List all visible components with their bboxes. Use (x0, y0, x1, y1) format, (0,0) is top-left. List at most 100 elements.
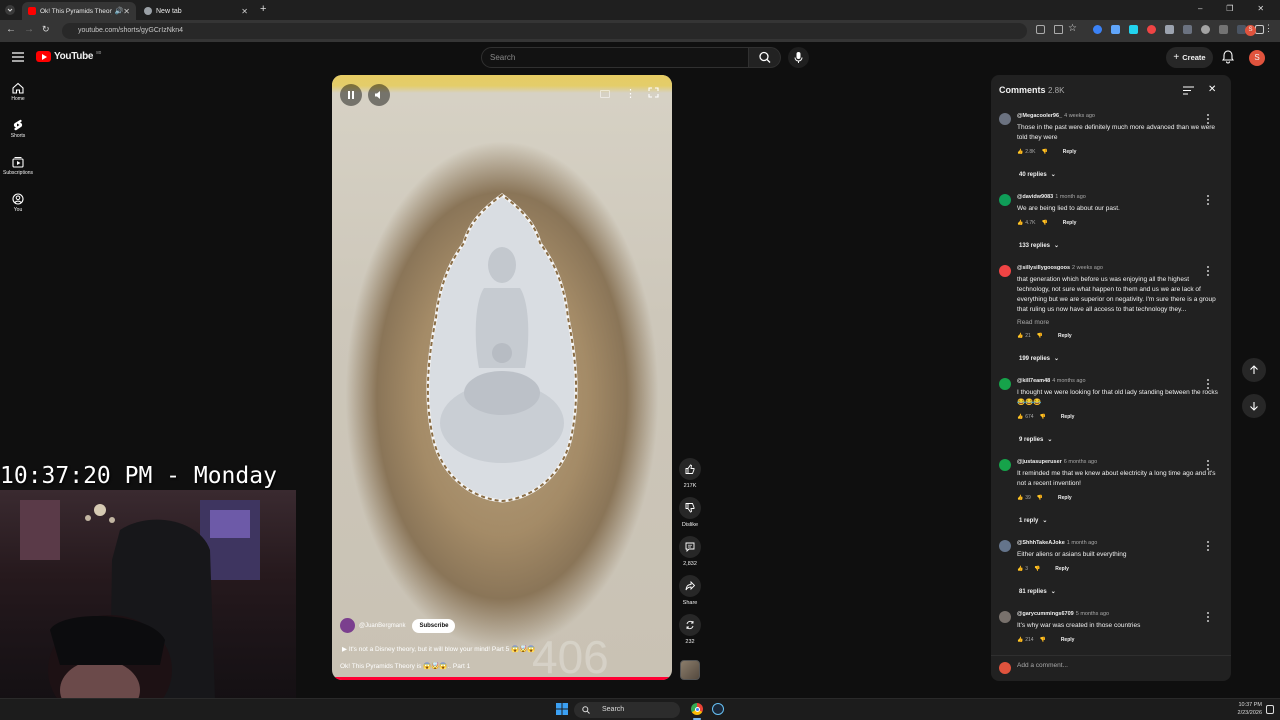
more-options-icon[interactable]: ⋮ (625, 87, 636, 100)
commenter-avatar[interactable] (999, 540, 1011, 552)
video-progress-bar[interactable] (332, 677, 672, 680)
url-input[interactable]: youtube.com/shorts/gyGCrIzNkn4 (62, 23, 1027, 39)
view-replies-button[interactable]: 133 replies ⌄ (1019, 242, 1059, 250)
back-icon[interactable]: ← (6, 24, 16, 35)
close-tab-icon[interactable]: ✕ (123, 7, 130, 16)
sidebar-item-home[interactable]: Home (0, 82, 36, 102)
read-more-link[interactable]: Read more (1017, 319, 1049, 326)
extension-3-icon[interactable] (1129, 25, 1138, 34)
windows-start-icon[interactable] (556, 703, 568, 715)
sound-thumbnail[interactable] (680, 660, 700, 680)
view-replies-button[interactable]: 81 replies ⌄ (1019, 588, 1056, 596)
sidebar-item-subscriptions[interactable]: Subscriptions (0, 156, 36, 176)
sidebar-item-shorts[interactable]: Shorts (0, 119, 36, 139)
commenter-avatar[interactable] (999, 265, 1011, 277)
remix-button[interactable]: 232 (677, 614, 703, 645)
maximize-icon[interactable]: ❐ (1226, 4, 1233, 13)
window-close-icon[interactable]: ✕ (1257, 4, 1264, 13)
extension-6-icon[interactable] (1183, 25, 1192, 34)
close-comments-icon[interactable]: ✕ (1208, 84, 1216, 95)
shorts-video-player[interactable]: 406 ⋮ @JuanBergmank Subscribe ▶ It's not… (332, 75, 672, 680)
reply-button[interactable]: Reply (1058, 495, 1072, 501)
dislike-icon[interactable]: 👎 (1037, 333, 1043, 339)
minimize-icon[interactable]: – (1198, 4, 1202, 13)
like-icon[interactable]: 👍 (1017, 149, 1023, 155)
comment-username[interactable]: @justasuperuser (1017, 459, 1062, 465)
search-input[interactable]: Search (481, 47, 749, 68)
view-replies-button[interactable]: 199 replies ⌄ (1019, 355, 1059, 363)
dislike-icon[interactable]: 👎 (1042, 220, 1048, 226)
extension-2-icon[interactable] (1111, 25, 1120, 34)
comment-username[interactable]: @kill7eam48 (1017, 378, 1050, 384)
reply-button[interactable]: Reply (1061, 637, 1075, 643)
comment-username[interactable]: @garycummings6709 (1017, 611, 1074, 617)
video-description[interactable]: ▶ It's not a Disney theory, but it will … (342, 645, 535, 653)
taskbar-clock[interactable]: 10:37 PM 2/23/2026 (1222, 701, 1262, 717)
dislike-icon[interactable]: 👎 (1040, 414, 1046, 420)
extension-4-icon[interactable] (1147, 25, 1156, 34)
comment-username[interactable]: @davidw9083 (1017, 194, 1053, 200)
commenter-avatar[interactable] (999, 459, 1011, 471)
commenter-avatar[interactable] (999, 194, 1011, 206)
like-icon[interactable]: 👍 (1017, 495, 1023, 501)
puzzle-icon[interactable] (1255, 25, 1264, 34)
comment-time[interactable]: 4 weeks ago (1064, 113, 1095, 119)
browser-tab-active[interactable]: Ok! This Pyramids Theory is 🔊 ✕ (22, 2, 136, 20)
like-icon[interactable]: 👍 (1017, 637, 1023, 643)
sort-comments-icon[interactable] (1183, 86, 1194, 95)
fullscreen-icon[interactable] (648, 87, 659, 98)
search-button[interactable] (749, 47, 781, 68)
like-icon[interactable]: 👍 (1017, 333, 1023, 339)
reply-button[interactable]: Reply (1061, 414, 1075, 420)
reply-button[interactable]: Reply (1063, 220, 1077, 226)
view-replies-button[interactable]: 1 reply ⌄ (1019, 517, 1047, 525)
browser-tab-newtab[interactable]: New tab ✕ (138, 2, 254, 20)
account-avatar[interactable]: S (1249, 50, 1265, 66)
comment-time[interactable]: 6 months ago (1064, 459, 1097, 465)
chrome-taskbar-icon[interactable] (691, 703, 703, 715)
subscribe-button[interactable]: Subscribe (412, 618, 456, 633)
extension-7-icon[interactable] (1201, 25, 1210, 34)
comment-time[interactable]: 5 months ago (1076, 611, 1109, 617)
comment-time[interactable]: 4 months ago (1052, 378, 1085, 384)
comment-username[interactable]: @Megacooler96_ (1017, 113, 1062, 119)
reply-button[interactable]: Reply (1055, 566, 1069, 572)
sidebar-item-you[interactable]: You (0, 193, 36, 213)
add-comment-input[interactable]: Add a comment... (1017, 662, 1068, 669)
tab-audio-icon[interactable]: 🔊 (115, 7, 124, 15)
extension-5-icon[interactable] (1165, 25, 1174, 34)
translate-icon[interactable] (1036, 25, 1045, 34)
dislike-icon[interactable]: 👎 (1037, 495, 1043, 501)
next-short-button[interactable] (1242, 394, 1266, 418)
comment-username[interactable]: @sillysillygoosgoos (1017, 265, 1070, 271)
previous-short-button[interactable] (1242, 358, 1266, 382)
share-button[interactable]: Share (677, 575, 703, 606)
view-replies-button[interactable]: 9 replies ⌄ (1019, 436, 1052, 444)
new-tab-icon[interactable]: + (260, 3, 266, 15)
steam-taskbar-icon[interactable] (712, 703, 724, 715)
extension-1-icon[interactable] (1093, 25, 1102, 34)
hamburger-menu-icon[interactable] (12, 52, 24, 62)
video-title[interactable]: Ok! This Pyramids Theory is 😱🤯😱.. Part 1 (340, 662, 470, 670)
create-button[interactable]: + Create (1166, 47, 1213, 68)
browser-menu-icon[interactable]: ⋮ (1264, 23, 1273, 34)
notification-icon[interactable] (1266, 705, 1274, 714)
voice-search-button[interactable] (788, 47, 809, 68)
comment-time[interactable]: 1 month ago (1055, 194, 1086, 200)
comment-time[interactable]: 2 weeks ago (1072, 265, 1103, 271)
extension-8-icon[interactable] (1219, 25, 1228, 34)
channel-name[interactable]: @JuanBergmank (359, 623, 405, 629)
reload-icon[interactable]: ↻ (42, 24, 50, 35)
notifications-bell-icon[interactable] (1222, 50, 1234, 64)
commenter-avatar[interactable] (999, 113, 1011, 125)
dislike-icon[interactable]: 👎 (1040, 637, 1046, 643)
like-icon[interactable]: 👍 (1017, 414, 1023, 420)
close-tab-icon[interactable]: ✕ (241, 7, 248, 16)
volume-button[interactable] (368, 84, 390, 106)
captions-icon[interactable] (600, 90, 610, 98)
like-icon[interactable]: 👍 (1017, 566, 1023, 572)
pause-button[interactable] (340, 84, 362, 106)
comments-button[interactable]: 2,832 (677, 536, 703, 567)
dislike-button[interactable]: Dislike (677, 497, 703, 528)
profile-avatar[interactable]: S (1245, 25, 1256, 36)
